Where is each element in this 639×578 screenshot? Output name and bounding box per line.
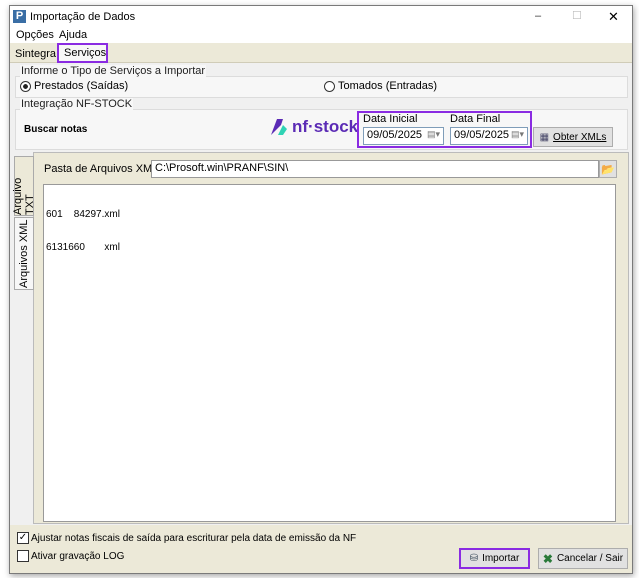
radio-label: Tomados (Entradas) [338,80,438,92]
menu-bar: Opções Ajuda [10,28,632,43]
menu-ajuda[interactable]: Ajuda [59,29,87,41]
import-window: P Importação de Dados – ☐ ✕ Opções Ajuda… [9,5,633,574]
title-bar: P Importação de Dados – ☐ ✕ [10,6,632,28]
ajustar-label: Ajustar notas fiscais de saída para escr… [31,532,357,544]
side-tab-arquivos-xml[interactable]: Arquivos XML [14,217,34,290]
window-title: Importação de Dados [30,11,136,23]
obter-xmls-label: Obter XMLs [553,131,607,143]
maximize-button[interactable]: ☐ [572,9,582,22]
folder-input[interactable]: C:\Prosoft.win\PRANF\SIN\ [151,160,599,178]
checkbox-unchecked-icon [17,550,29,562]
nfstock-legend: Integração NF-STOCK [20,98,134,110]
log-label: Ativar gravação LOG [31,550,125,562]
nfstock-logo-text: nf·stock [292,117,359,136]
checkbox-checked-icon: ✓ [17,532,29,544]
calendar-dropdown-icon[interactable]: ▤▾ [427,129,440,143]
open-folder-icon: 📂 [601,163,615,176]
obter-xmls-button[interactable]: ▦ Obter XMLs [533,127,613,147]
tab-servicos[interactable]: Serviços [57,43,108,63]
log-checkbox[interactable]: Ativar gravação LOG [17,550,124,562]
browse-folder-button[interactable]: 📂 [599,160,617,178]
app-icon: P [13,10,26,23]
data-final-label: Data Final [450,113,501,125]
cancelar-button[interactable]: ✖ Cancelar / Sair [538,548,628,569]
radio-checked-icon [20,80,31,92]
service-type-legend: Informe o Tipo de Serviços a Importar [20,65,207,77]
main-tabs: Sintegra Serviços [10,43,632,63]
calendar-dropdown-icon[interactable]: ▤▾ [511,129,524,143]
radio-prestados[interactable]: Prestados (Saídas) [20,80,128,92]
tab-sintegra[interactable]: Sintegra [15,48,56,60]
cancel-x-icon: ✖ [542,551,553,566]
close-button[interactable]: ✕ [608,9,619,25]
side-tab-arquivo-txt[interactable]: Arquivo TXT [12,156,36,216]
folder-label: Pasta de Arquivos XML: [44,163,162,175]
data-inicial-value: 09/05/2025 [367,129,423,141]
data-inicial-label: Data Inicial [363,113,418,125]
importar-button[interactable]: ⛁ Importar [459,548,530,569]
cancelar-label: Cancelar / Sair [556,553,624,564]
nfstock-logo: nf·stock [269,117,358,137]
data-inicial-picker[interactable]: 09/05/2025 ▤▾ [363,127,444,145]
importar-label: Importar [482,553,520,564]
data-final-picker[interactable]: 09/05/2025 ▤▾ [450,127,528,145]
radio-tomados[interactable]: Tomados (Entradas) [324,80,437,92]
ajustar-checkbox[interactable]: ✓ Ajustar notas fiscais de saída para es… [17,532,356,544]
data-final-value: 09/05/2025 [454,129,510,141]
radio-unchecked-icon [324,80,335,92]
radio-label: Prestados (Saídas) [34,80,129,92]
grid-icon: ▦ [539,131,550,143]
list-item[interactable]: 6131660 xml [46,242,613,253]
xml-file-list[interactable]: 601 84297.xml 6131660 xml [43,184,616,522]
list-item[interactable]: 601 84297.xml [46,209,613,220]
import-icon: ⛁ [469,553,479,564]
minimize-button[interactable]: – [535,10,541,22]
menu-opcoes[interactable]: Opções [16,29,54,41]
buscar-notas-label: Buscar notas [24,124,88,135]
nfstock-logo-icon [271,119,287,135]
